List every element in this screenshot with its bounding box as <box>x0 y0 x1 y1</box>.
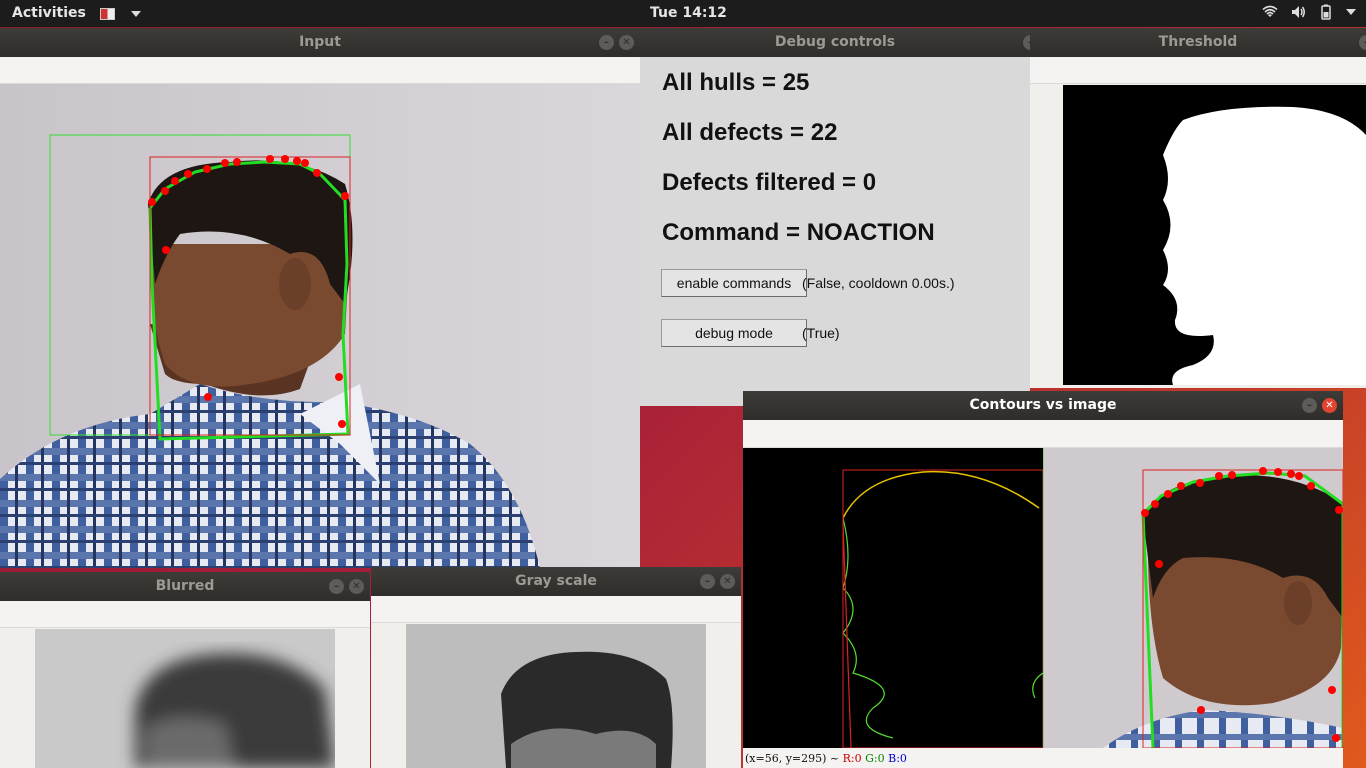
debug-mode-state: (True) <box>802 325 840 341</box>
input-toolbar-strip <box>0 57 640 84</box>
grayscale-titlebar[interactable]: Gray scale – ✕ <box>371 567 741 596</box>
minimize-icon[interactable]: – <box>1359 35 1366 50</box>
defects-filtered-label: Defects filtered = 0 <box>662 169 877 196</box>
blue-value: B:0 <box>888 752 907 765</box>
blurred-image <box>35 629 335 768</box>
contours-overlay-image <box>1043 448 1343 748</box>
input-titlebar[interactable]: Input – ✕ <box>0 28 640 57</box>
close-icon[interactable]: ✕ <box>720 574 735 589</box>
contours-titlebar[interactable]: Contours vs image – ✕ <box>743 391 1343 420</box>
grayscale-window[interactable]: Gray scale – ✕ <box>371 567 741 768</box>
minimize-icon[interactable]: – <box>700 574 715 589</box>
cursor-coords: (x=56, y=295) ~ <box>745 752 840 765</box>
blurred-titlebar[interactable]: Blurred – ✕ <box>0 572 370 601</box>
contours-toolbar-strip <box>743 420 1343 448</box>
debug-mode-button[interactable]: debug mode <box>661 319 807 347</box>
green-value: G:0 <box>865 752 885 765</box>
minimize-icon[interactable]: – <box>329 579 344 594</box>
window-title: Gray scale <box>515 573 597 589</box>
clock[interactable]: Tue 14:12 <box>650 5 727 21</box>
system-tray[interactable] <box>1262 4 1356 20</box>
window-title: Input <box>299 34 341 50</box>
close-icon[interactable]: ✕ <box>1322 398 1337 413</box>
minimize-icon[interactable]: – <box>1023 35 1030 50</box>
all-defects-label: All defects = 22 <box>662 119 838 146</box>
wifi-icon <box>1262 5 1278 17</box>
system-menu-caret-icon <box>1346 9 1356 15</box>
battery-icon <box>1321 4 1331 20</box>
app-menu[interactable] <box>100 6 142 22</box>
window-title: Blurred <box>155 578 215 594</box>
minimize-icon[interactable]: – <box>1302 398 1317 413</box>
pixel-status-bar: (x=56, y=295) ~ R:0 G:0 B:0 <box>743 748 1343 768</box>
blurred-window[interactable]: Blurred – ✕ <box>0 572 370 768</box>
contours-image <box>743 448 1043 748</box>
threshold-toolbar-strip <box>1030 57 1366 84</box>
blurred-toolbar-strip <box>0 601 370 628</box>
red-value: R:0 <box>842 752 862 765</box>
window-title: Threshold <box>1158 34 1238 50</box>
debug-body: All hulls = 25 All defects = 22 Defects … <box>640 57 1030 406</box>
window-title: Contours vs image <box>969 397 1117 413</box>
close-icon[interactable]: ✕ <box>619 35 634 50</box>
all-hulls-label: All hulls = 25 <box>662 69 810 96</box>
enable-commands-state: (False, cooldown 0.00s.) <box>802 275 955 291</box>
app-flag-icon <box>100 8 115 20</box>
activities-button[interactable]: Activities <box>12 5 86 21</box>
input-camera-image <box>0 84 640 568</box>
grayscale-toolbar-strip <box>371 596 741 623</box>
command-label: Command = NOACTION <box>662 219 935 246</box>
minimize-icon[interactable]: – <box>599 35 614 50</box>
dropdown-caret-icon <box>131 11 142 17</box>
debug-controls-window[interactable]: Debug controls – All hulls = 25 All defe… <box>640 28 1030 406</box>
top-bar: Activities Tue 14:12 <box>0 0 1366 27</box>
enable-commands-button[interactable]: enable commands <box>661 269 807 297</box>
volume-icon <box>1292 6 1305 18</box>
grayscale-image <box>406 624 706 768</box>
window-title: Debug controls <box>774 34 896 50</box>
threshold-image <box>1063 85 1366 385</box>
input-window[interactable]: Input – ✕ <box>0 28 640 568</box>
debug-titlebar[interactable]: Debug controls – <box>640 28 1030 57</box>
threshold-window[interactable]: Threshold – <box>1030 28 1366 388</box>
contours-window[interactable]: Contours vs image – ✕ (x=56, y=295) ~ R:… <box>743 391 1343 768</box>
close-icon[interactable]: ✕ <box>349 579 364 594</box>
threshold-titlebar[interactable]: Threshold – <box>1030 28 1366 57</box>
